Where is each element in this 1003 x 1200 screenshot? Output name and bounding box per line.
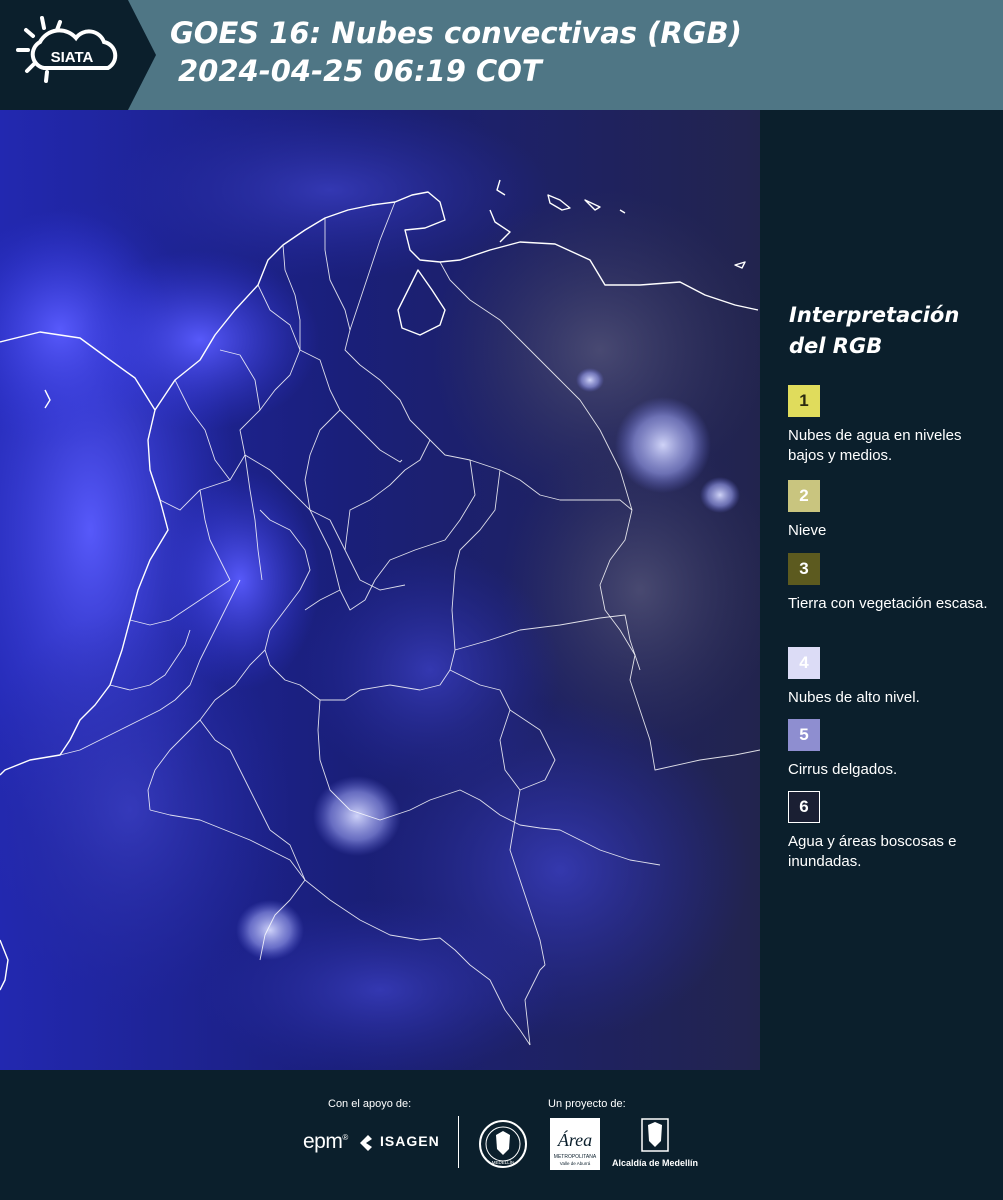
footer: Con el apoyo de: Un proyecto de: epm® IS…	[0, 1070, 1003, 1200]
alcaldia-label: Alcaldía de Medellín	[612, 1158, 699, 1168]
area-logo-icon: Área METROPOLITANA Valle de Aburrá	[550, 1118, 600, 1170]
legend-item-2: 2 Nieve	[788, 480, 1000, 541]
legend-label-1: Nubes de agua en niveles bajos y medios.	[788, 427, 962, 464]
legend-swatch-5: 5	[788, 719, 820, 751]
page-title: GOES 16: Nubes convectivas (RGB) 2024-04…	[170, 14, 742, 90]
registered-mark-icon: ®	[342, 1133, 348, 1142]
area-logo-sub2: Valle de Aburrá	[560, 1161, 591, 1166]
legend-item-1: 1 Nubes de agua en niveles bajos y medio…	[788, 385, 1000, 466]
legend-item-6: 6 Agua y áreas boscosas e inundadas.	[788, 791, 1000, 872]
legend-swatch-4: 4	[788, 647, 820, 679]
isagen-logo-text: ISAGEN	[380, 1133, 440, 1149]
isagen-mark-icon	[360, 1135, 372, 1151]
support-label: Con el apoyo de:	[328, 1098, 412, 1110]
legend-item-4: 4 Nubes de alto nivel.	[788, 647, 1000, 708]
legend-swatch-2: 2	[788, 480, 820, 512]
legend-label-4: Nubes de alto nivel.	[788, 689, 920, 706]
epm-logo: epm®	[303, 1130, 348, 1154]
area-logo-text: Área	[557, 1129, 592, 1150]
area-metropolitana-logo: Área METROPOLITANA Valle de Aburrá	[550, 1118, 600, 1170]
legend-label-3: Tierra con vegetación escasa.	[788, 595, 988, 612]
legend-swatch-3: 3	[788, 553, 820, 585]
legend-label-2: Nieve	[788, 522, 827, 539]
satellite-map-icon	[0, 110, 760, 1070]
medellin-seal-icon: MEDELLÍN	[479, 1120, 527, 1168]
legend-label-5: Cirrus delgados.	[788, 761, 898, 778]
legend-swatch-6: 6	[788, 791, 820, 823]
footer-divider	[458, 1116, 459, 1168]
title-line-2: 2024-04-25 06:19 COT	[178, 54, 542, 88]
project-label: Un proyecto de:	[548, 1098, 626, 1110]
satellite-map-image	[0, 110, 760, 1070]
alcaldia-shield-icon	[641, 1118, 669, 1152]
legend-item-5: 5 Cirrus delgados.	[788, 719, 1000, 780]
title-line-1: GOES 16: Nubes convectivas (RGB)	[170, 16, 742, 50]
area-logo-sub1: METROPOLITANA	[554, 1154, 597, 1160]
rgb-legend-panel: Interpretación del RGB 1 Nubes de agua e…	[760, 110, 1003, 1070]
legend-item-3: 3 Tierra con vegetación escasa.	[788, 553, 1000, 614]
legend-label-6: Agua y áreas boscosas e inundadas.	[788, 833, 957, 870]
isagen-logo: ISAGEN	[358, 1133, 439, 1153]
legend-title: Interpretación del RGB	[789, 303, 960, 358]
legend-swatch-1: 1	[788, 385, 820, 417]
epm-logo-text: epm	[303, 1130, 343, 1153]
siata-logo-text: SIATA	[51, 49, 94, 66]
siata-logo: SIATA	[0, 0, 156, 110]
header-bar: SIATA GOES 16: Nubes convectivas (RGB) 2…	[0, 0, 1003, 110]
seal-text: MEDELLÍN	[492, 1159, 515, 1165]
